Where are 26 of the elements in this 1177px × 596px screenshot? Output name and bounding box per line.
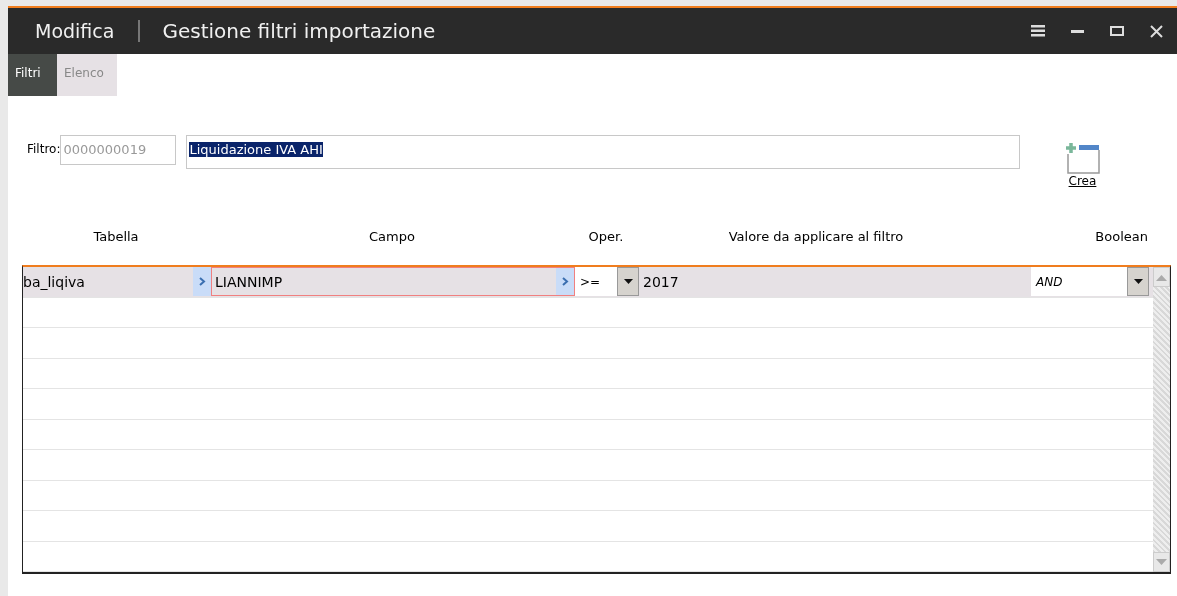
create-button[interactable]: Crea — [1063, 140, 1102, 188]
menu-icon[interactable] — [1031, 25, 1045, 37]
chevron-button[interactable] — [556, 268, 574, 295]
chevron-right-icon — [198, 277, 206, 286]
maximize-icon[interactable] — [1110, 26, 1124, 36]
new-window-icon — [1063, 140, 1102, 174]
column-header: Valore da applicare al filtro — [727, 229, 905, 244]
tab[interactable]: Filtri — [8, 54, 57, 96]
chevron-button[interactable] — [193, 267, 211, 296]
dropdown-button[interactable] — [617, 267, 639, 296]
minimize-icon[interactable] — [1071, 29, 1084, 33]
description-field[interactable]: Liquidazione IVA AHI — [186, 135, 1021, 169]
window-mode: Modifica — [35, 20, 115, 42]
column-header: Campo — [368, 229, 416, 244]
caret-down-icon — [1133, 279, 1143, 284]
column-header: Boolean — [1094, 229, 1149, 244]
filter-label: Filtro: — [27, 142, 61, 156]
column-header: Oper. — [587, 229, 625, 244]
window-title: Gestione filtri importazione — [162, 19, 436, 43]
chevron-right-icon — [561, 277, 569, 286]
caret-down-icon — [623, 279, 633, 284]
table-cell-text: ba_liqiva — [23, 273, 86, 290]
dropdown-button[interactable] — [1127, 267, 1149, 296]
column-header: Tabella — [92, 229, 140, 244]
close-icon[interactable] — [1150, 24, 1163, 38]
table-cell-text: 2017 — [643, 273, 680, 290]
